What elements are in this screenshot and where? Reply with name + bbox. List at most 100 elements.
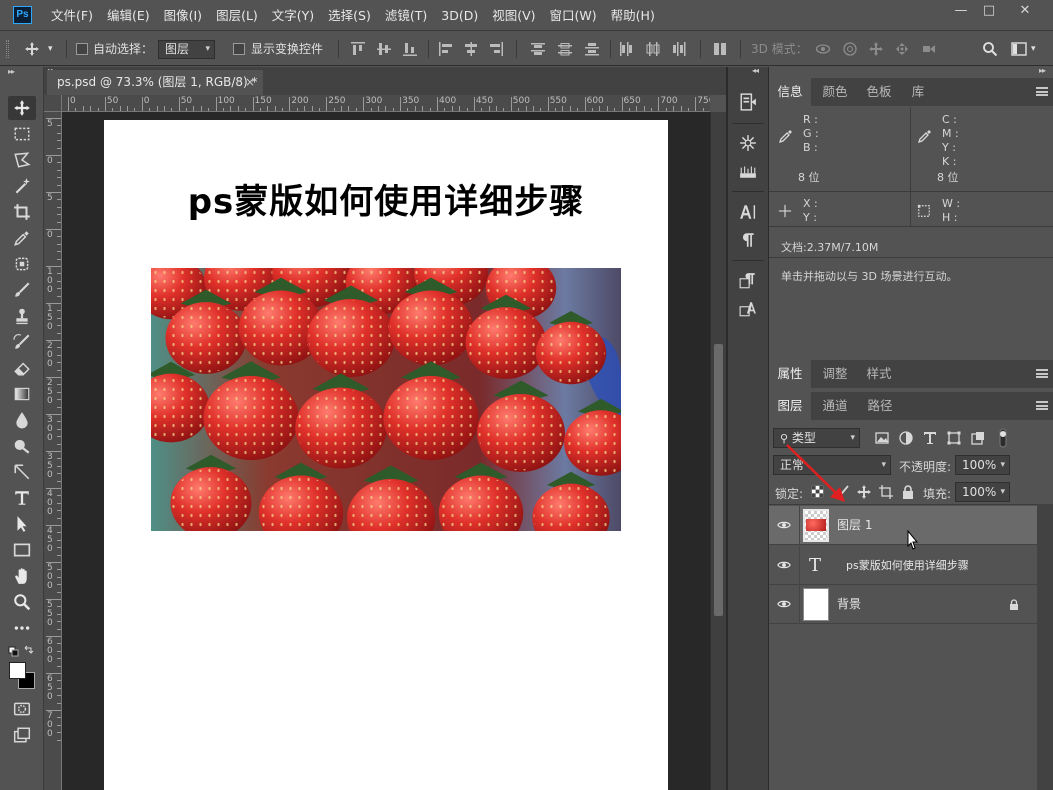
dock-collapse-icon[interactable]: ◂◂ — [752, 66, 759, 75]
tab-info[interactable]: 信息 — [769, 78, 811, 106]
workspace-switcher-icon[interactable] — [1011, 41, 1027, 57]
brush-settings-panel-icon[interactable] — [737, 132, 759, 154]
marquee-tool[interactable] — [8, 122, 36, 146]
history-panel-icon[interactable] — [737, 91, 759, 113]
auto-align-layers-icon[interactable] — [712, 41, 728, 57]
close-window-button[interactable]: ✕ — [1008, 0, 1042, 22]
tab-libraries[interactable]: 库 — [902, 78, 934, 106]
lock-artboard-icon[interactable] — [878, 484, 894, 500]
lock-position-icon[interactable] — [856, 484, 872, 500]
show-transform-checkbox[interactable] — [233, 43, 245, 55]
menu-edit[interactable]: 编辑(E) — [100, 0, 157, 31]
menu-view[interactable]: 视图(V) — [485, 0, 542, 31]
3d-scale-icon[interactable] — [920, 41, 936, 57]
maximize-button[interactable]: □ — [972, 0, 1006, 22]
type-tool[interactable] — [8, 486, 36, 510]
move-tool-preset-icon[interactable] — [24, 41, 40, 57]
eyedropper-tool[interactable] — [8, 226, 36, 250]
canvas-area[interactable]: ps蒙版如何使用详细步骤 — [62, 112, 710, 790]
dodge-tool[interactable] — [8, 434, 36, 458]
quick-mask-tool[interactable] — [8, 697, 36, 721]
lock-pixels-icon[interactable] — [835, 484, 851, 500]
visibility-eye-icon[interactable] — [777, 519, 791, 531]
tab-adjustments[interactable]: 调整 — [815, 360, 855, 388]
clone-stamp-tool[interactable] — [8, 304, 36, 328]
layer-filter-dropdown[interactable]: ⚲ 类型 ▾ — [773, 428, 860, 448]
workspace-chevron-icon[interactable]: ▾ — [1031, 32, 1036, 66]
foreground-color-swatch[interactable] — [9, 662, 26, 679]
filter-shape-icon[interactable] — [946, 430, 962, 446]
healing-brush-tool[interactable] — [8, 252, 36, 276]
default-colors-icon[interactable] — [8, 645, 36, 659]
search-icon[interactable] — [982, 41, 998, 57]
distribute-top-icon[interactable] — [530, 41, 546, 57]
distribute-horizontal-center-icon[interactable] — [645, 41, 661, 57]
history-brush-tool[interactable] — [8, 330, 36, 354]
menu-select[interactable]: 选择(S) — [321, 0, 378, 31]
info-panel-menu-icon[interactable] — [1036, 87, 1048, 96]
3d-pan-icon[interactable] — [868, 41, 884, 57]
layer-row-background[interactable]: 背景 — [769, 585, 1037, 624]
tab-paths[interactable]: 路径 — [860, 392, 900, 420]
layer-name[interactable]: ps蒙版如何使用详细步骤 — [846, 546, 969, 585]
filter-toggle-icon[interactable] — [998, 428, 1008, 448]
close-tab-icon[interactable]: × — [245, 70, 255, 95]
menu-layer[interactable]: 图层(L) — [209, 0, 265, 31]
eraser-tool[interactable] — [8, 356, 36, 380]
horizontal-ruler[interactable]: 0 50 0 50 100 150 200 250 300 350 400 450 500 550 600 6… — [62, 95, 710, 112]
paragraph-panel-icon[interactable] — [737, 229, 759, 251]
filter-smart-object-icon[interactable] — [970, 430, 986, 446]
canvas-vertical-scrollbar[interactable] — [710, 112, 726, 790]
menu-help[interactable]: 帮助(H) — [604, 0, 662, 31]
hand-tool[interactable] — [8, 564, 36, 588]
rectangle-tool[interactable] — [8, 538, 36, 562]
panels-collapse-icon[interactable]: ▸▸ — [1039, 66, 1046, 75]
menu-window[interactable]: 窗口(W) — [543, 0, 604, 31]
screen-mode-tool[interactable] — [8, 723, 36, 747]
zoom-tool[interactable] — [8, 590, 36, 614]
blur-tool[interactable] — [8, 408, 36, 432]
opacity-field[interactable]: 100% ▾ — [955, 455, 1010, 475]
layer-name[interactable]: 背景 — [837, 585, 861, 624]
distribute-left-icon[interactable] — [618, 41, 634, 57]
filter-adjustment-icon[interactable] — [898, 430, 914, 446]
paragraph-styles-panel-icon[interactable] — [737, 270, 759, 292]
character-panel-icon[interactable] — [737, 201, 759, 223]
tab-styles[interactable]: 样式 — [859, 360, 899, 388]
distribute-right-icon[interactable] — [671, 41, 687, 57]
align-horizontal-center-icon[interactable] — [463, 41, 479, 57]
options-bar-grip[interactable] — [6, 40, 9, 58]
layer-row-layer1[interactable]: 图层 1 — [769, 506, 1037, 545]
visibility-eye-icon[interactable] — [777, 598, 791, 610]
layers-panel-menu-icon[interactable] — [1036, 401, 1048, 410]
properties-panel-menu-icon[interactable] — [1036, 369, 1048, 378]
tab-properties[interactable]: 属性 — [769, 360, 811, 388]
tab-color[interactable]: 颜色 — [813, 78, 857, 106]
lock-all-icon[interactable] — [900, 484, 916, 500]
vertical-ruler[interactable]: 5 0 5 0 100 150 200 250 300 350 400 450 500 550 600 650… — [44, 112, 62, 790]
align-vertical-center-icon[interactable] — [376, 41, 392, 57]
crop-tool[interactable] — [8, 200, 36, 224]
auto-select-target-dropdown[interactable]: 图层 ▾ — [158, 40, 215, 59]
menu-3d[interactable]: 3D(D) — [434, 0, 485, 31]
tab-swatches[interactable]: 色板 — [859, 78, 899, 106]
edit-toolbar-tool[interactable] — [8, 616, 36, 640]
menu-file[interactable]: 文件(F) — [44, 0, 100, 31]
align-left-icon[interactable] — [438, 41, 454, 57]
menu-image[interactable]: 图像(I) — [157, 0, 209, 31]
path-selection-tool[interactable] — [8, 512, 36, 536]
visibility-eye-icon[interactable] — [777, 559, 791, 571]
ruler-origin[interactable] — [44, 95, 62, 112]
distribute-bottom-icon[interactable] — [584, 41, 600, 57]
align-bottom-icon[interactable] — [402, 41, 418, 57]
layer-name[interactable]: 图层 1 — [837, 506, 872, 545]
brush-tool[interactable] — [8, 278, 36, 302]
document-tab[interactable]: ps.psd @ 73.3% (图层 1, RGB/8) * × — [47, 70, 263, 95]
tab-channels[interactable]: 通道 — [815, 392, 855, 420]
distribute-vertical-center-icon[interactable] — [557, 41, 573, 57]
tool-preset-chevron-icon[interactable]: ▾ — [48, 32, 53, 66]
gradient-tool[interactable] — [8, 382, 36, 406]
document-canvas[interactable]: ps蒙版如何使用详细步骤 — [104, 120, 668, 790]
blend-mode-dropdown[interactable]: 正常 ▾ — [773, 455, 891, 475]
auto-select-checkbox[interactable] — [76, 43, 88, 55]
